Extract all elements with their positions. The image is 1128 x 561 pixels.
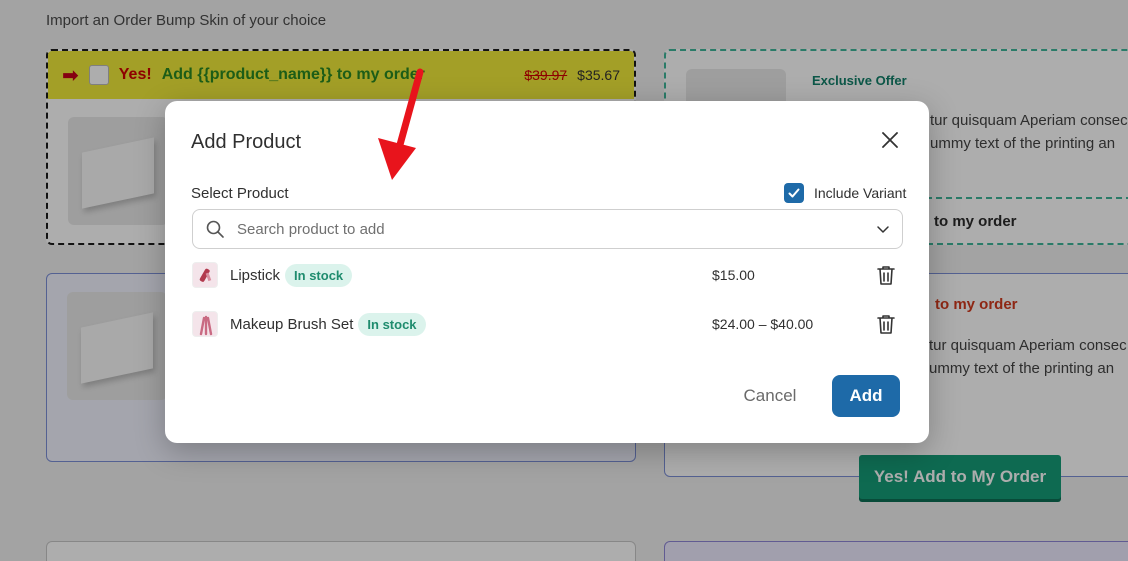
modal-title: Add Product [191, 131, 302, 153]
check-icon[interactable] [784, 183, 804, 203]
select-product-label: Select Product [191, 185, 289, 202]
product-row: Makeup Brush Set In stock $24.00 – $40.0… [192, 309, 903, 339]
trash-icon[interactable] [876, 264, 896, 286]
product-name: Lipstick [230, 266, 281, 284]
add-button[interactable]: Add [832, 375, 900, 417]
include-variant-label: Include Variant [814, 185, 907, 201]
stock-badge: In stock [358, 312, 426, 336]
trash-icon[interactable] [876, 313, 896, 335]
search-input[interactable] [237, 220, 876, 238]
cancel-button[interactable]: Cancel [730, 375, 810, 417]
stock-badge: In stock [285, 263, 353, 287]
annotation-arrow-icon [378, 68, 424, 180]
product-price: $24.00 – $40.00 [712, 316, 814, 332]
chevron-down-icon[interactable] [876, 222, 890, 236]
search-icon [206, 220, 224, 238]
add-product-modal: Add Product Select Product Include Varia… [165, 101, 929, 443]
product-search-combobox[interactable] [192, 209, 903, 249]
include-variant-toggle[interactable]: Include Variant [784, 183, 906, 203]
close-icon[interactable] [879, 129, 901, 151]
lipstick-thumbnail [192, 262, 218, 288]
product-name: Makeup Brush Set [230, 315, 354, 333]
makeup-brush-thumbnail [192, 311, 218, 337]
product-row: Lipstick In stock $15.00 [192, 260, 903, 290]
product-price: $15.00 [712, 267, 755, 283]
